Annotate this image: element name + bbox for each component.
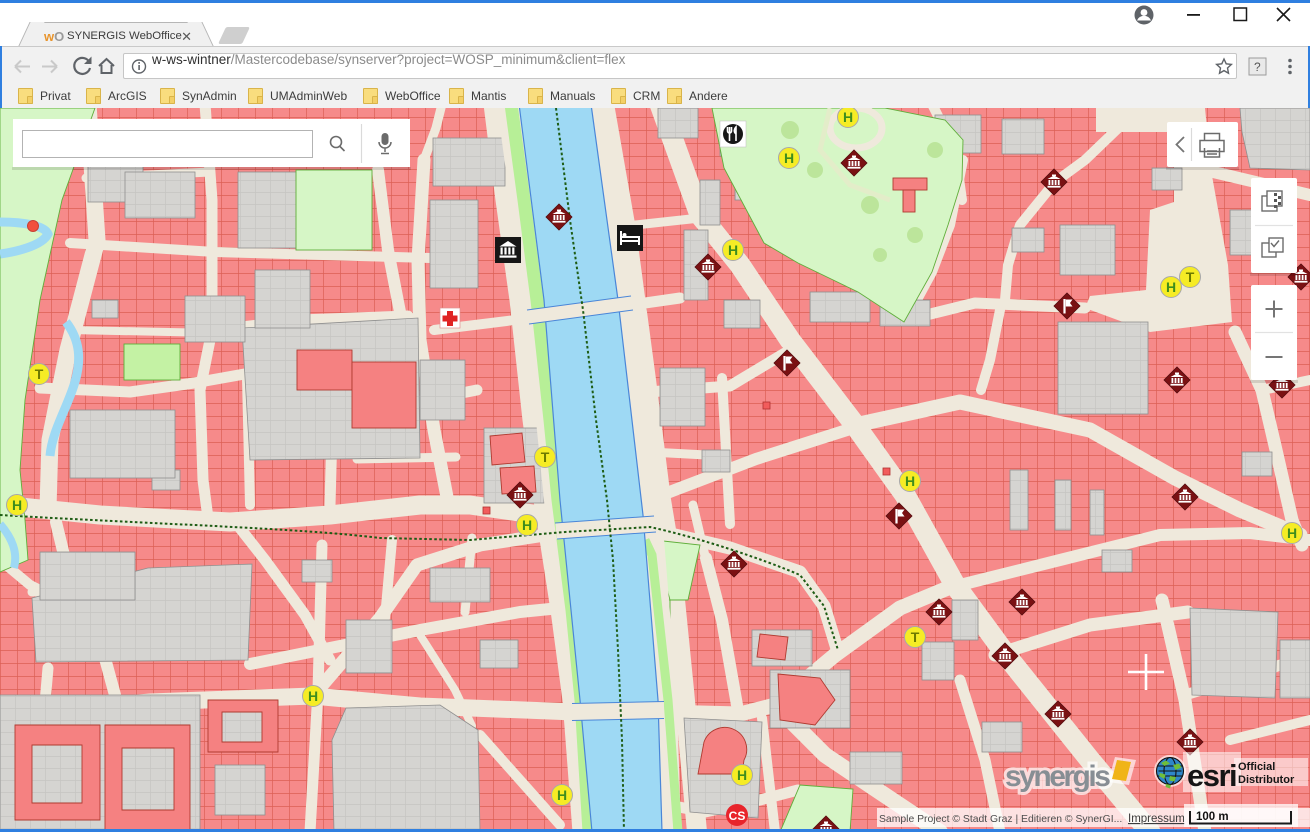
svg-text:Official: Official xyxy=(1238,761,1275,773)
svg-text:synergis: synergis xyxy=(1005,760,1110,793)
svg-text:CS: CS xyxy=(729,809,746,823)
svg-text:esri: esri xyxy=(1187,758,1236,793)
svg-text:Distributor: Distributor xyxy=(1238,774,1295,786)
svg-text:Impressum: Impressum xyxy=(1128,813,1185,825)
svg-text:100 m: 100 m xyxy=(1196,811,1229,823)
svg-text:?: ? xyxy=(1254,60,1261,74)
svg-text:Sample Project © Stadt Graz |: Sample Project © Stadt Graz | Editieren … xyxy=(879,814,1122,825)
